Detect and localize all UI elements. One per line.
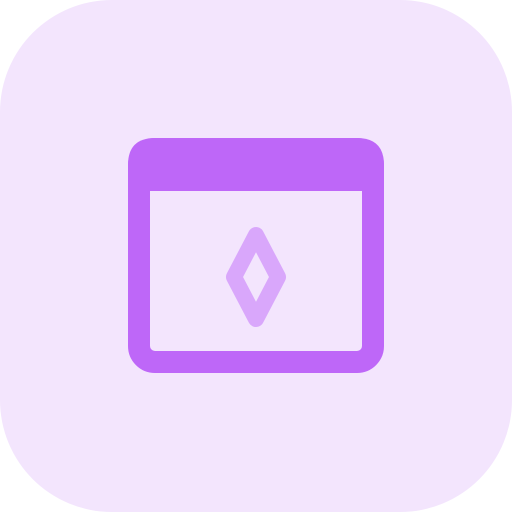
browser-window-diamond-icon [0, 0, 512, 512]
tile-background [0, 0, 512, 512]
app-icon-tile [0, 0, 512, 512]
window-title-bar [128, 138, 384, 191]
